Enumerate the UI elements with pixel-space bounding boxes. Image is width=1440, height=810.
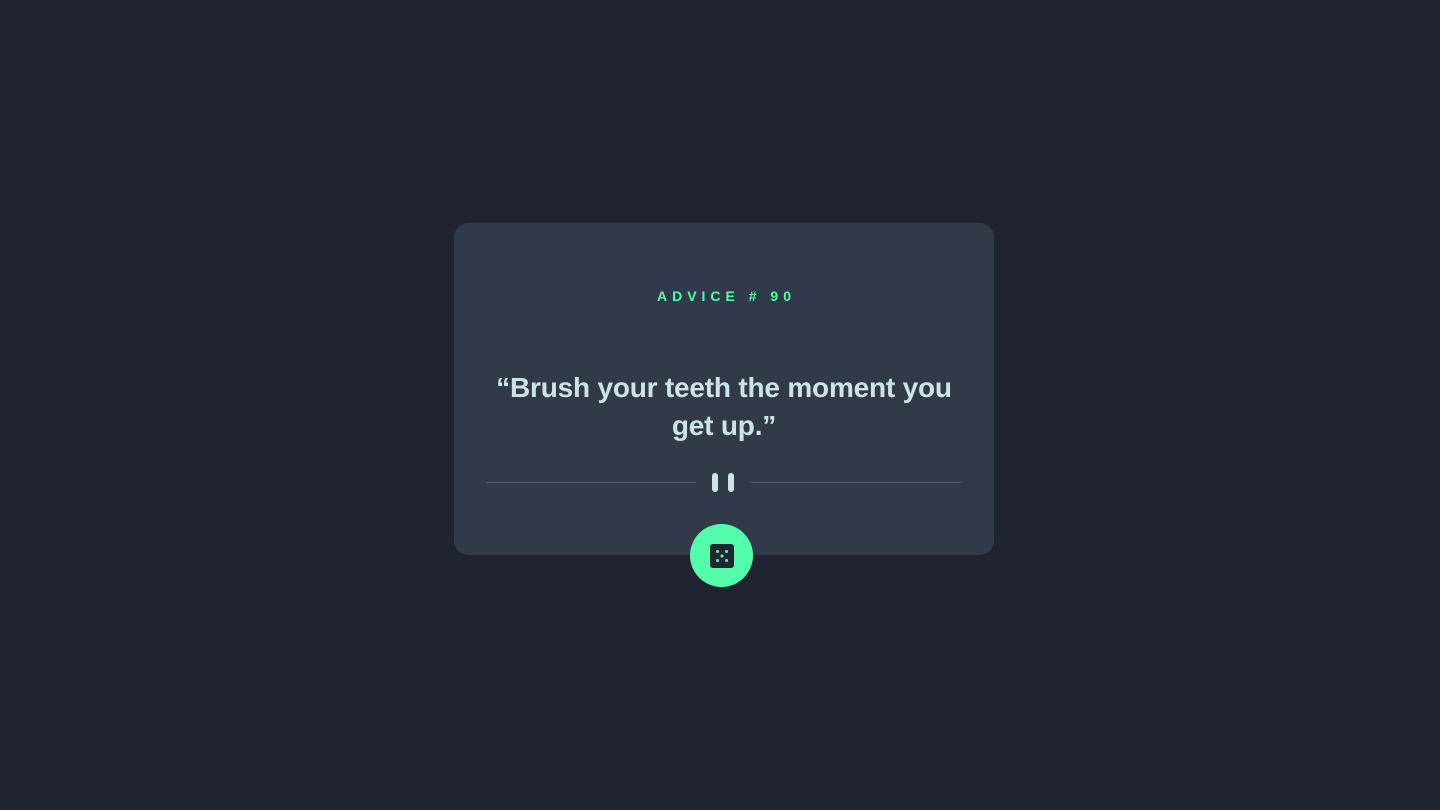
divider-line-right [751, 482, 961, 483]
advice-quote: “Brush your teeth the moment you get up.… [496, 372, 952, 441]
pause-icon [712, 473, 734, 492]
generate-advice-button[interactable] [690, 524, 753, 587]
advice-id-label: ADVICE # 90 [656, 288, 797, 304]
pause-bar-right [728, 473, 734, 492]
advice-page: ADVICE # 90 “Brush your teeth the moment… [0, 0, 1440, 810]
dice-icon [709, 543, 734, 568]
divider [486, 471, 961, 495]
divider-line-left [486, 482, 696, 483]
advice-card: ADVICE # 90 “Brush your teeth the moment… [454, 223, 994, 555]
pause-bar-left [712, 473, 718, 492]
